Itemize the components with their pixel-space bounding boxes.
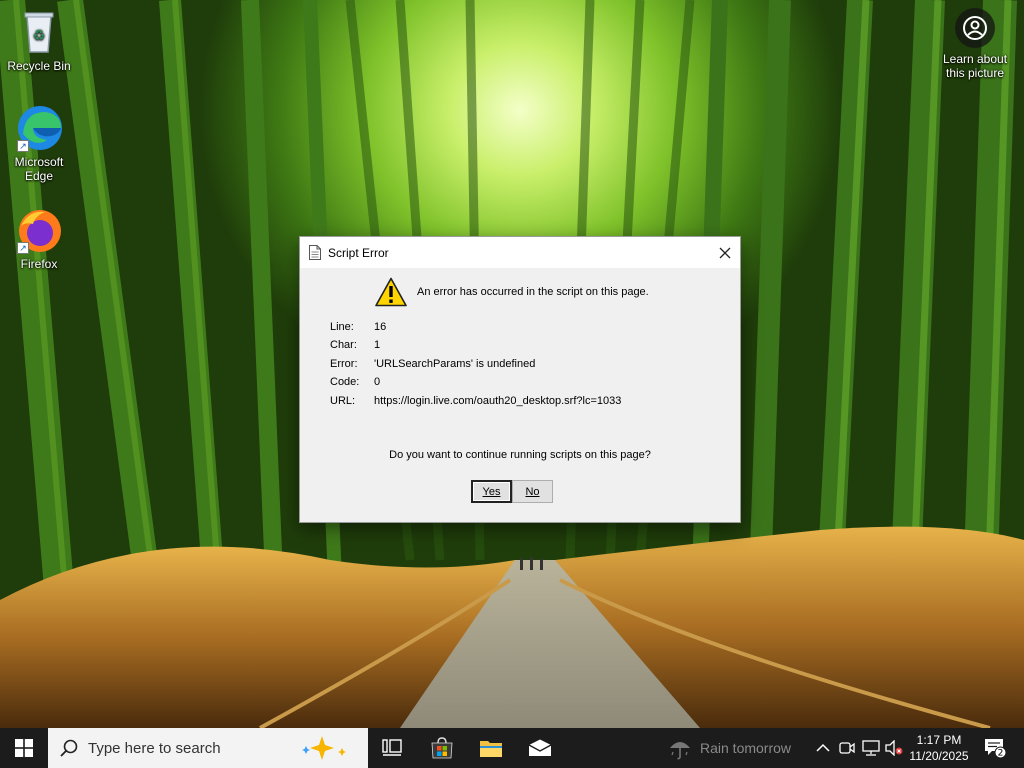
edge-icon: ↗ xyxy=(15,104,63,152)
notification-center-button[interactable]: 2 xyxy=(980,728,1010,768)
weather-text: Rain tomorrow xyxy=(700,740,792,756)
detail-value: 'URLSearchParams' is undefined xyxy=(374,357,536,370)
warning-icon xyxy=(375,277,407,307)
folder-icon xyxy=(480,741,502,757)
recycle-bin-icon: ♻ xyxy=(15,8,63,56)
camera-icon xyxy=(955,8,995,48)
error-details: Line: 16 Char: 1 Error: 'URLSearchParams… xyxy=(330,321,621,413)
detail-row-char: Char: 1 xyxy=(330,339,621,357)
desktop-icon-label: Firefox xyxy=(20,257,58,271)
desktop-icon-edge[interactable]: ↗ Microsoft Edge xyxy=(1,104,77,183)
dialog-title: Script Error xyxy=(328,245,389,260)
tray-network-button[interactable] xyxy=(861,728,881,768)
taskbar-clock[interactable]: 1:17 PM 11/20/2025 xyxy=(904,732,974,764)
shortcut-arrow-icon: ↗ xyxy=(17,140,29,152)
search-placeholder: Type here to search xyxy=(88,739,221,757)
script-error-dialog: Script Error An error has occurred in th… xyxy=(299,236,741,523)
svg-text:♻: ♻ xyxy=(33,28,46,44)
detail-label: Char: xyxy=(330,339,357,352)
detail-label: Code: xyxy=(330,376,360,389)
volume-muted-icon xyxy=(885,740,903,756)
detail-label: Error: xyxy=(330,357,358,370)
detail-value: 0 xyxy=(374,376,381,389)
notification-count: 2 xyxy=(998,749,1004,759)
dialog-titlebar[interactable]: Script Error xyxy=(300,237,740,268)
start-button[interactable] xyxy=(0,728,48,768)
detail-row-error: Error: 'URLSearchParams' is undefined xyxy=(330,358,621,376)
no-button[interactable]: No xyxy=(512,480,553,503)
detail-label: Line: xyxy=(330,321,354,333)
detail-row-code: Code: 0 xyxy=(330,376,621,394)
desktop-icon-firefox[interactable]: ↗ Firefox xyxy=(1,206,77,271)
video-camera-icon xyxy=(839,742,855,754)
error-message-row: An error has occurred in the script on t… xyxy=(375,277,649,307)
clock-date: 11/20/2025 xyxy=(909,749,969,763)
detail-row-line: Line: 16 xyxy=(330,321,621,339)
detail-label: URL: xyxy=(330,394,356,407)
notification-icon: 2 xyxy=(985,739,1007,759)
task-view-button[interactable] xyxy=(368,728,416,768)
detail-value: 1 xyxy=(374,339,381,352)
continue-question: Do you want to continue running scripts … xyxy=(389,449,651,461)
microsoft-store-icon xyxy=(431,737,453,759)
detail-value: https://login.live.com/oauth20_desktop.s… xyxy=(374,394,622,407)
show-hidden-icons-button[interactable] xyxy=(814,728,832,768)
taskbar-mail-button[interactable] xyxy=(516,728,564,768)
search-icon xyxy=(60,739,78,757)
learn-about-picture[interactable]: Learn about this picture xyxy=(936,8,1014,80)
desktop-icon-recycle-bin[interactable]: ♻ Recycle Bin xyxy=(1,8,77,73)
yes-button[interactable]: Yes xyxy=(471,480,512,503)
task-view-icon xyxy=(382,739,402,756)
taskbar-file-explorer-button[interactable] xyxy=(467,728,515,768)
network-icon xyxy=(862,740,880,756)
close-icon xyxy=(719,247,731,258)
desktop-icon-label: Recycle Bin xyxy=(7,59,71,73)
taskbar-search-box[interactable]: Type here to search xyxy=(48,728,368,768)
windows-logo-icon xyxy=(15,739,33,757)
desktop-icon-label: Microsoft Edge xyxy=(14,155,64,183)
taskbar-store-button[interactable] xyxy=(418,728,466,768)
shortcut-arrow-icon: ↗ xyxy=(17,242,29,254)
weather-widget[interactable]: Rain tomorrow xyxy=(668,728,791,768)
tray-meet-button[interactable] xyxy=(838,728,856,768)
mail-icon xyxy=(528,739,552,756)
taskbar: Type here to search Rain tomorrow 1:17 P… xyxy=(0,728,1024,768)
chevron-up-icon xyxy=(816,743,830,752)
document-icon xyxy=(309,245,321,260)
learn-label: Learn about this picture xyxy=(942,52,1008,80)
detail-value: 16 xyxy=(374,321,387,333)
firefox-icon: ↗ xyxy=(15,206,63,254)
search-highlight-icon xyxy=(302,736,346,760)
close-button[interactable] xyxy=(710,237,740,268)
detail-row-url: URL: https://login.live.com/oauth20_desk… xyxy=(330,395,621,413)
clock-time: 1:17 PM xyxy=(916,733,962,747)
error-message: An error has occurred in the script on t… xyxy=(417,286,649,298)
tray-volume-button[interactable] xyxy=(884,728,904,768)
umbrella-icon xyxy=(670,742,690,760)
